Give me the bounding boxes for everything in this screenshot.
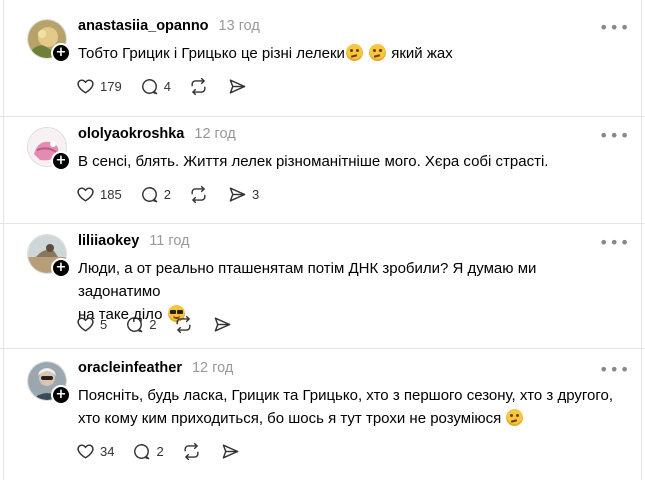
post-text-line: який жах	[387, 45, 453, 62]
more-options-icon[interactable]: •••	[599, 18, 629, 37]
post-text-line: Тобто Грицик і Грицько це різні лелеки	[78, 45, 345, 62]
thinking-face-emoji	[369, 44, 387, 61]
action-bar: 5 2	[76, 312, 252, 336]
plus-follow-icon[interactable]: +	[51, 258, 71, 278]
share-button[interactable]	[228, 74, 247, 98]
reply-button[interactable]: 2	[125, 312, 156, 336]
post-text-line: Поясніть, будь ласка, Грицик та Грицько,…	[78, 387, 614, 404]
post-text: Поясніть, будь ласка, Грицик та Грицько,…	[78, 384, 615, 430]
comment-icon	[134, 443, 150, 459]
like-button[interactable]: 5	[76, 312, 107, 336]
action-bar: 185 2 3	[76, 182, 277, 206]
repost-button[interactable]	[182, 439, 201, 463]
post-time[interactable]: 11 год	[149, 233, 189, 249]
avatar-container[interactable]: +	[27, 19, 71, 63]
like-button[interactable]: 34	[76, 439, 114, 463]
avatar-container[interactable]: +	[27, 361, 71, 405]
share-button[interactable]: 3	[228, 182, 259, 206]
post-text-line: хто кому ким приходиться, бо шось я тут …	[78, 410, 506, 427]
like-count: 34	[100, 443, 115, 459]
reply-button[interactable]: 2	[132, 439, 164, 463]
more-options-icon[interactable]: •••	[599, 126, 629, 145]
repost-button[interactable]	[174, 312, 193, 336]
username[interactable]: anastasiia_opanno	[78, 18, 209, 34]
thinking-face-emoji	[506, 409, 524, 426]
reply-count: 2	[163, 186, 171, 202]
plus-follow-icon[interactable]: +	[51, 151, 71, 171]
plus-follow-icon[interactable]: +	[51, 385, 71, 405]
action-bar: 34 2	[76, 439, 260, 463]
post-text: В сенсі, блять. Життя лелек різноманітні…	[78, 150, 615, 173]
like-count: 185	[100, 186, 122, 202]
like-button[interactable]: 185	[76, 182, 122, 206]
reply-count: 2	[149, 316, 157, 332]
avatar-container[interactable]: +	[27, 234, 71, 278]
post-time[interactable]: 12 год	[194, 126, 235, 142]
like-button[interactable]: 179	[76, 74, 122, 98]
share-button[interactable]	[221, 439, 240, 463]
share-icon	[215, 316, 231, 332]
heart-icon	[77, 78, 94, 94]
plus-follow-icon[interactable]: +	[51, 43, 71, 63]
like-count: 179	[100, 78, 122, 94]
share-button[interactable]	[213, 312, 232, 336]
reply-count: 4	[163, 78, 171, 94]
post-text-line: В сенсі, блять. Життя лелек різноманітні…	[78, 153, 549, 170]
username[interactable]: ololyaokroshka	[78, 126, 184, 142]
heart-icon	[77, 443, 94, 459]
repost-icon	[184, 442, 199, 460]
reply-button[interactable]: 4	[140, 74, 171, 98]
repost-icon	[191, 185, 206, 203]
comment-icon	[141, 78, 158, 94]
share-count: 3	[251, 186, 260, 202]
username[interactable]: oracleinfeather	[78, 360, 182, 376]
action-bar: 179 4	[76, 74, 267, 98]
heart-icon	[77, 316, 94, 332]
like-count: 5	[100, 316, 108, 332]
repost-icon	[191, 77, 206, 95]
post-text: Тобто Грицик і Грицько це різні лелеки я…	[78, 42, 615, 65]
share-icon	[229, 186, 246, 202]
reply-post: + oracleinfeather 12 год ••• Поясніть, б…	[0, 349, 645, 480]
more-options-icon[interactable]: •••	[599, 360, 629, 379]
repost-button[interactable]	[189, 182, 208, 206]
more-options-icon[interactable]: •••	[599, 233, 629, 252]
replies-feed: + anastasiia_opanno 13 год ••• Тобто Гри…	[0, 0, 645, 480]
reply-count: 2	[156, 443, 164, 459]
repost-icon	[176, 315, 192, 333]
reply-post: + ololyaokroshka 12 год ••• В сенсі, бля…	[0, 117, 645, 224]
comment-icon	[141, 186, 158, 202]
thinking-face-emoji	[345, 44, 363, 61]
heart-icon	[77, 186, 94, 202]
share-icon	[222, 443, 239, 459]
repost-button[interactable]	[189, 74, 208, 98]
comment-icon	[127, 316, 143, 332]
reply-post: + liliiaokey 11 год ••• Люди, а от реаль…	[0, 224, 645, 349]
post-time[interactable]: 12 год	[192, 360, 233, 376]
avatar-container[interactable]: +	[27, 127, 71, 171]
post-time[interactable]: 13 год	[219, 18, 260, 34]
reply-post: + anastasiia_opanno 13 год ••• Тобто Гри…	[0, 0, 645, 117]
username[interactable]: liliiaokey	[78, 233, 139, 249]
share-icon	[229, 78, 246, 94]
reply-button[interactable]: 2	[140, 182, 171, 206]
post-text-line: Люди, а от реально пташенятам потім ДНК …	[78, 260, 537, 300]
